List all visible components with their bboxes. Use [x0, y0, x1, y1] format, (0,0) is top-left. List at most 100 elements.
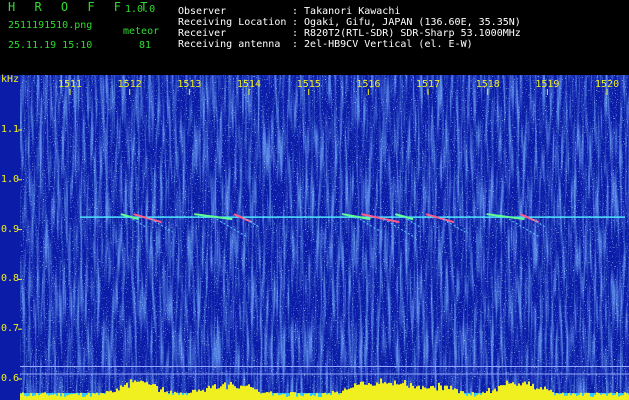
- power-bar: [346, 389, 348, 400]
- power-bar: [434, 387, 436, 400]
- power-bar: [124, 384, 126, 400]
- power-bar: [536, 388, 538, 400]
- power-bar: [310, 395, 312, 400]
- power-bar: [260, 393, 262, 400]
- x-tick-label: 1516: [356, 79, 381, 90]
- power-bar: [280, 394, 282, 400]
- power-bar: [58, 392, 60, 400]
- power-bar: [374, 385, 376, 400]
- power-bar: [94, 393, 96, 400]
- power-bar: [292, 392, 294, 400]
- power-bar: [156, 386, 158, 400]
- count-value: 81: [139, 40, 152, 51]
- power-bar: [226, 389, 228, 400]
- power-bar: [186, 395, 188, 400]
- power-bar: [598, 393, 600, 400]
- power-bar: [144, 382, 146, 400]
- power-bar: [574, 393, 576, 400]
- power-bar: [426, 388, 428, 400]
- power-bar: [306, 393, 308, 400]
- power-bar: [230, 381, 232, 400]
- power-bar: [544, 386, 546, 400]
- power-bar: [248, 384, 250, 400]
- power-bar: [370, 384, 372, 400]
- power-bar: [210, 388, 212, 400]
- power-bar: [238, 388, 240, 400]
- power-bar: [392, 385, 394, 400]
- power-bar: [410, 383, 412, 400]
- power-bar: [440, 385, 442, 400]
- power-bar: [270, 391, 272, 400]
- power-bar: [294, 392, 296, 400]
- power-bar: [406, 385, 408, 400]
- power-bar: [326, 394, 328, 400]
- power-bar: [498, 385, 500, 400]
- power-bar: [514, 384, 516, 400]
- power-bar: [590, 396, 592, 400]
- power-bar: [376, 382, 378, 400]
- power-bar: [288, 396, 290, 400]
- power-bar: [198, 389, 200, 400]
- power-bar: [422, 386, 424, 400]
- power-bar: [250, 386, 252, 400]
- power-bar: [116, 388, 118, 400]
- power-bar: [356, 384, 358, 400]
- power-bar: [614, 394, 616, 400]
- power-bar: [612, 395, 614, 400]
- power-bar: [344, 388, 346, 400]
- x-tick-label: 1514: [237, 79, 262, 90]
- power-bar: [164, 392, 166, 400]
- power-bar: [364, 384, 366, 400]
- x-tick-label: 1518: [475, 79, 500, 90]
- observer-value: : Takanori Kawachi: [292, 6, 401, 17]
- power-bar: [62, 393, 64, 400]
- power-bar: [244, 386, 246, 400]
- power-bar: [206, 388, 208, 400]
- power-bar: [576, 395, 578, 400]
- power-bar: [276, 393, 278, 400]
- power-bar: [560, 393, 562, 400]
- power-bar: [72, 394, 74, 400]
- power-bar: [80, 392, 82, 400]
- power-bar: [604, 393, 606, 400]
- power-bar: [74, 393, 76, 400]
- power-bar: [194, 389, 196, 400]
- power-bar: [474, 396, 476, 400]
- power-bar: [108, 391, 110, 400]
- power-bar: [446, 385, 448, 400]
- x-tick-label: 1515: [296, 79, 321, 90]
- power-bar: [42, 392, 44, 400]
- power-bar: [52, 394, 54, 400]
- power-bar: [362, 381, 364, 400]
- power-bar: [90, 396, 92, 400]
- power-bar: [132, 382, 134, 400]
- power-bar: [204, 391, 206, 400]
- power-bar: [246, 385, 248, 400]
- power-bar: [550, 389, 552, 400]
- power-bar: [354, 383, 356, 400]
- power-bar: [88, 392, 90, 400]
- power-bar: [182, 395, 184, 400]
- power-bar: [402, 383, 404, 400]
- power-bar: [408, 387, 410, 400]
- power-bar: [176, 392, 178, 400]
- y-tick-label: 0.8: [1, 273, 20, 285]
- power-bar: [104, 393, 106, 400]
- power-bar: [424, 387, 426, 400]
- power-bar: [506, 380, 508, 400]
- power-bar: [180, 392, 182, 400]
- power-bar: [316, 393, 318, 400]
- header-panel: H R O F F T 1.0.0 2511191510.png meteor …: [0, 0, 629, 75]
- power-bar: [86, 394, 88, 400]
- power-bar: [322, 393, 324, 400]
- power-bar: [570, 395, 572, 400]
- power-bar: [526, 384, 528, 400]
- power-bar: [220, 386, 222, 400]
- power-bar: [476, 395, 478, 400]
- power-bar: [438, 382, 440, 400]
- power-bar: [454, 388, 456, 400]
- power-bar: [462, 391, 464, 400]
- power-bar: [256, 389, 258, 400]
- power-bar: [396, 384, 398, 400]
- y-tick-label: 1.1: [1, 124, 20, 135]
